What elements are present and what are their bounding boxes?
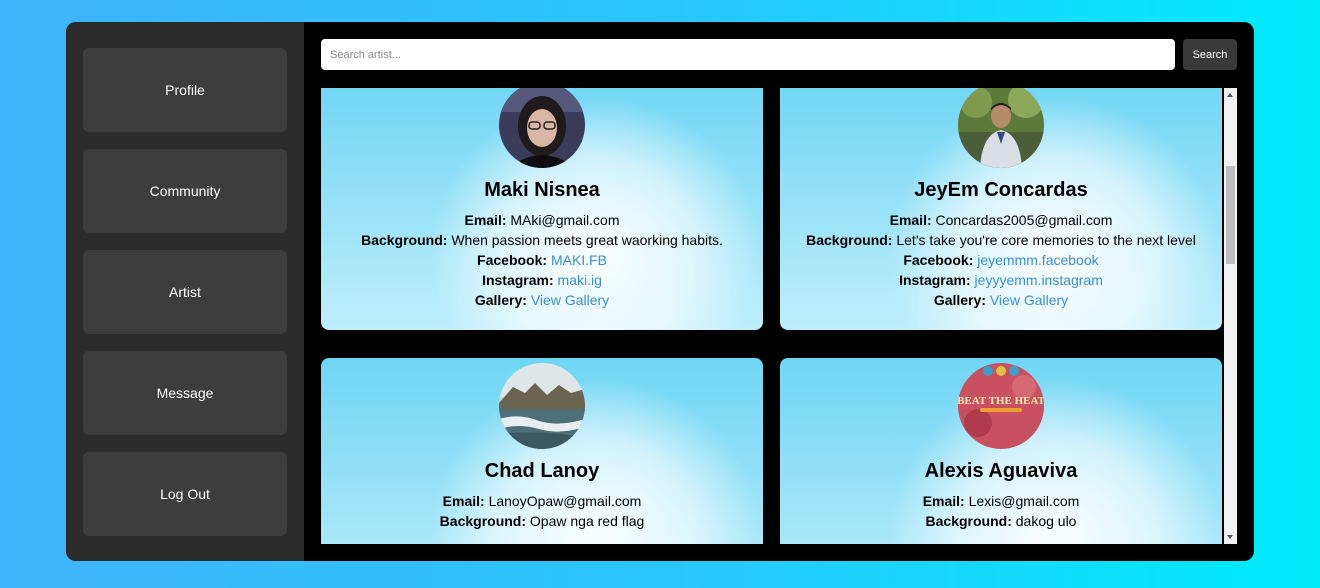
sidebar-item-artist[interactable]: Artist [83, 250, 287, 334]
artist-avatar [958, 88, 1044, 168]
portrait-photo-icon [958, 88, 1044, 168]
portrait-photo-icon [499, 88, 585, 168]
sidebar-item-label: Message [156, 385, 214, 401]
poster-text: BEAT THE HEAT [958, 395, 1044, 407]
sidebar: Profile Community Artist Message Log Out [66, 22, 304, 561]
artist-background: When passion meets great waorking habits… [451, 232, 723, 248]
email-label: Email: [889, 212, 932, 228]
background-label: Background: [806, 232, 893, 248]
scroll-thumb[interactable] [1226, 166, 1235, 264]
main-content: Search Maki Nisnea [304, 22, 1254, 561]
search-button[interactable]: Search [1183, 39, 1237, 70]
instagram-link[interactable]: jeyyyemm.instagram [975, 272, 1103, 288]
landscape-photo-icon [499, 363, 585, 449]
artist-grid[interactable]: Maki Nisnea Email: MAki@gmail.com Backgr… [321, 88, 1237, 544]
app-window: Profile Community Artist Message Log Out… [66, 22, 1254, 561]
artist-background: Let's take you're core memories to the n… [896, 232, 1196, 248]
artist-avatar: BEAT THE HEAT [958, 363, 1044, 449]
background-label: Background: [439, 513, 527, 529]
artist-background: Opaw nga red flag [529, 513, 645, 529]
artist-card: JeyEm Concardas Email: Concardas2005@gma… [780, 88, 1222, 330]
background-label: Background: [361, 232, 448, 248]
artist-name: JeyEm Concardas [914, 179, 1088, 201]
sidebar-item-community[interactable]: Community [83, 149, 287, 233]
artist-name: Alexis Aguaviva [924, 460, 1078, 482]
vertical-scrollbar[interactable] [1224, 88, 1237, 544]
artist-name: Maki Nisnea [484, 179, 600, 201]
instagram-link[interactable]: maki.ig [558, 272, 602, 288]
artist-email: Concardas2005@gmail.com [935, 212, 1113, 228]
search-input[interactable] [321, 39, 1175, 70]
sidebar-item-message[interactable]: Message [83, 351, 287, 435]
facebook-link[interactable]: jeyemmm.facebook [977, 252, 1098, 268]
facebook-label: Facebook: [477, 252, 548, 268]
search-bar: Search [321, 39, 1237, 70]
sidebar-item-label: Profile [165, 82, 205, 98]
gallery-label: Gallery: [933, 292, 986, 308]
scroll-down-arrow-icon[interactable] [1227, 535, 1233, 539]
email-label: Email: [922, 493, 965, 509]
artist-card: Maki Nisnea Email: MAki@gmail.com Backgr… [321, 88, 763, 330]
artist-avatar [499, 363, 585, 449]
view-gallery-link[interactable]: View Gallery [531, 292, 609, 308]
artist-card: BEAT THE HEAT Alexis Aguaviva Email: Lex… [780, 358, 1222, 544]
instagram-label: Instagram: [482, 272, 554, 288]
artist-name: Chad Lanoy [484, 460, 600, 482]
gallery-label: Gallery: [474, 292, 527, 308]
sidebar-item-logout[interactable]: Log Out [83, 452, 287, 536]
view-gallery-link[interactable]: View Gallery [990, 292, 1068, 308]
artist-email: Lexis@gmail.com [968, 493, 1080, 509]
artist-avatar [499, 88, 585, 168]
artist-email: MAki@gmail.com [510, 212, 620, 228]
email-label: Email: [442, 493, 485, 509]
facebook-link[interactable]: MAKI.FB [551, 252, 607, 268]
facebook-label: Facebook: [903, 252, 974, 268]
sidebar-item-label: Log Out [160, 486, 210, 502]
artist-email: LanoyOpaw@gmail.com [488, 493, 642, 509]
scroll-up-arrow-icon[interactable] [1227, 93, 1233, 97]
background-label: Background: [925, 513, 1012, 529]
email-label: Email: [464, 212, 507, 228]
artist-background: dakog ulo [1015, 513, 1077, 529]
poster-photo-icon: BEAT THE HEAT [958, 363, 1044, 449]
sidebar-item-label: Artist [169, 284, 201, 300]
sidebar-item-label: Community [149, 183, 221, 199]
sidebar-item-profile[interactable]: Profile [83, 48, 287, 132]
artist-card: Chad Lanoy Email: LanoyOpaw@gmail.com Ba… [321, 358, 763, 544]
instagram-label: Instagram: [899, 272, 971, 288]
